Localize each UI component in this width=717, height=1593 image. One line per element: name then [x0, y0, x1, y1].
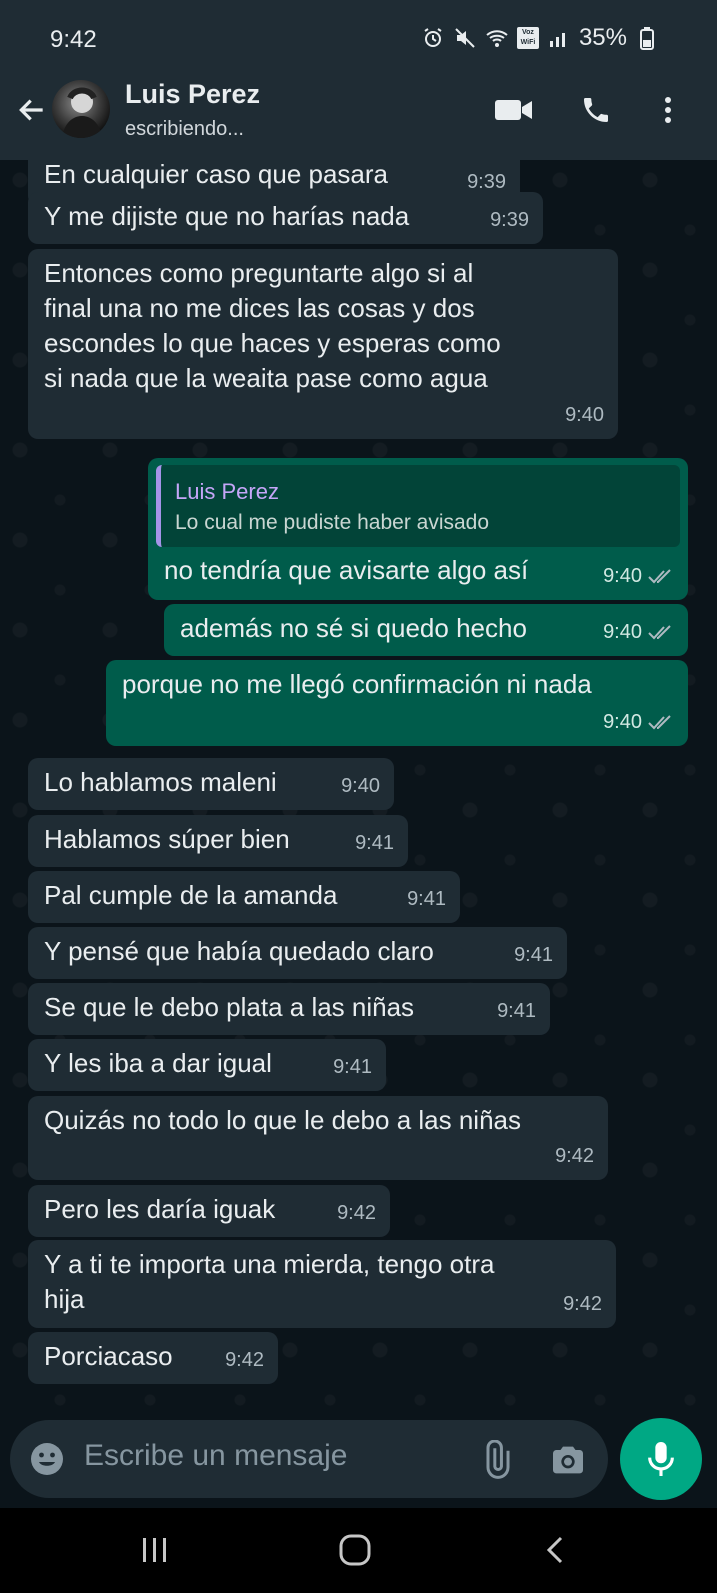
back-button[interactable]	[12, 90, 52, 130]
message-text: Y me dijiste que no harías nada	[44, 201, 410, 231]
message-text: además no sé si quedo hecho	[180, 613, 527, 643]
message-time: 9:40	[341, 775, 380, 797]
message-bubble-incoming[interactable]: Entonces como preguntarte algo si al fin…	[28, 249, 618, 439]
home-icon	[339, 1534, 371, 1566]
home-button[interactable]	[330, 1528, 380, 1572]
arrow-left-icon	[19, 99, 43, 121]
message-bubble-incoming[interactable]: Y a ti te importa una mierda, tengo otra…	[28, 1240, 616, 1328]
message-text: porque no me llegó confirmación ni nada	[122, 669, 592, 699]
camera-button[interactable]	[548, 1440, 588, 1480]
back-nav-button[interactable]	[530, 1528, 580, 1572]
alarm-icon	[421, 26, 445, 50]
quoted-reply[interactable]: Luis Perez Lo cual me pudiste haber avis…	[156, 465, 680, 547]
video-call-icon	[495, 100, 532, 120]
message-text: Lo hablamos maleni	[44, 767, 277, 797]
chevron-left-icon	[546, 1536, 563, 1564]
chat-header: Luis Perez escribiendo...	[0, 60, 717, 160]
contact-status: escribiendo...	[125, 118, 244, 140]
battery-icon	[635, 26, 659, 50]
message-bubble-incoming[interactable]: Lo hablamos maleni 9:40	[28, 758, 394, 810]
voice-message-button[interactable]	[620, 1418, 702, 1500]
message-bubble-outgoing[interactable]: porque no me llegó confirmación ni nada …	[106, 660, 688, 746]
message-time: 9:41	[497, 1000, 536, 1022]
message-bubble-incoming[interactable]: Hablamos súper bien 9:41	[28, 815, 408, 867]
message-time: 9:41	[514, 944, 553, 966]
message-text: Pal cumple de la amanda	[44, 880, 338, 910]
voz-wifi-badge: Voz WiFi	[516, 27, 539, 49]
message-composer[interactable]: Escribe un mensaje	[10, 1420, 608, 1498]
more-options-button[interactable]	[646, 88, 690, 132]
message-text: Se que le debo plata a las niñas	[44, 992, 415, 1022]
message-time: 9:41	[355, 832, 394, 854]
phone-icon	[584, 98, 608, 122]
message-time: 9:40	[565, 404, 604, 426]
message-text: Pero les daría iguak	[44, 1194, 276, 1224]
message-text: Y pensé que había quedado claro	[44, 936, 434, 966]
message-time: 9:41	[407, 888, 446, 910]
message-bubble-incoming[interactable]: Pero les daría iguak 9:42	[28, 1185, 390, 1237]
system-navigation-bar	[0, 1508, 717, 1593]
signal-icon	[547, 26, 571, 50]
message-text: Hablamos súper bien	[44, 824, 290, 854]
double-check-icon	[648, 625, 671, 640]
contact-name[interactable]: Luis Perez	[125, 79, 260, 110]
quoted-text: Lo cual me pudiste haber avisado	[175, 511, 490, 534]
message-time: 9:42	[225, 1349, 264, 1371]
double-check-icon	[648, 569, 671, 584]
message-text: Y a ti te importa una mierda, tengo otra…	[44, 1249, 495, 1314]
message-time: 9:40	[603, 565, 642, 587]
recents-icon	[143, 1538, 166, 1562]
mute-icon	[453, 26, 477, 50]
wifi-icon	[485, 26, 509, 50]
message-bubble-incoming[interactable]: Y pensé que había quedado claro 9:41	[28, 927, 567, 979]
message-meta: 9:40	[603, 615, 674, 650]
chat-area[interactable]: En cualquier caso que pasara 9:39 Y me d…	[0, 160, 717, 1408]
message-time: 9:40	[603, 711, 642, 733]
avatar[interactable]	[52, 80, 110, 138]
voice-call-button[interactable]	[574, 88, 618, 132]
camera-icon	[553, 1446, 583, 1474]
status-bar: 9:42 Voz WiFi 35%	[0, 0, 717, 60]
message-bubble-incoming[interactable]: Pal cumple de la amanda 9:41	[28, 871, 460, 923]
paperclip-icon	[486, 1439, 510, 1479]
microphone-icon	[648, 1442, 674, 1476]
message-bubble-incoming[interactable]: Quizás no todo lo que le debo a las niña…	[28, 1096, 608, 1180]
quoted-author: Luis Perez	[175, 479, 279, 504]
video-call-button[interactable]	[492, 88, 536, 132]
message-meta: 9:40	[603, 705, 674, 740]
message-time: 9:42	[555, 1145, 594, 1167]
message-meta: 9:40	[603, 559, 674, 594]
message-text: Y les iba a dar igual	[44, 1048, 272, 1078]
message-bubble-incoming[interactable]: Y les iba a dar igual 9:41	[28, 1039, 386, 1091]
attach-button[interactable]	[476, 1439, 516, 1480]
message-time: 9:41	[333, 1056, 372, 1078]
message-time: 9:40	[603, 621, 642, 643]
message-time: 9:42	[563, 1293, 602, 1315]
status-icons: Voz WiFi 35%	[421, 24, 659, 52]
message-time: 9:39	[490, 209, 529, 231]
message-text: Entonces como preguntarte algo si al fin…	[44, 258, 501, 393]
message-text: Porciacaso	[44, 1341, 173, 1371]
recent-apps-button[interactable]	[130, 1528, 180, 1572]
message-input[interactable]: Escribe un mensaje	[84, 1439, 347, 1473]
message-bubble-incoming[interactable]: Porciacaso 9:42	[28, 1332, 278, 1384]
emoji-button[interactable]	[30, 1442, 64, 1476]
message-time: 9:42	[337, 1202, 376, 1224]
battery-percent: 35%	[578, 24, 627, 51]
message-bubble-outgoing[interactable]: además no sé si quedo hecho 9:40	[164, 604, 688, 656]
message-text: no tendría que avisarte algo así	[164, 555, 529, 585]
emoji-icon	[31, 1443, 63, 1475]
message-text: En cualquier caso que pasara	[44, 160, 389, 189]
message-bubble-incoming[interactable]: Se que le debo plata a las niñas 9:41	[28, 983, 550, 1035]
message-bubble-outgoing[interactable]: Luis Perez Lo cual me pudiste haber avis…	[148, 458, 688, 600]
double-check-icon	[648, 715, 671, 730]
more-vertical-icon	[665, 97, 671, 123]
message-text: Quizás no todo lo que le debo a las niña…	[44, 1105, 522, 1135]
message-bubble-incoming[interactable]: Y me dijiste que no harías nada 9:39	[28, 192, 543, 244]
status-time: 9:42	[50, 26, 97, 53]
